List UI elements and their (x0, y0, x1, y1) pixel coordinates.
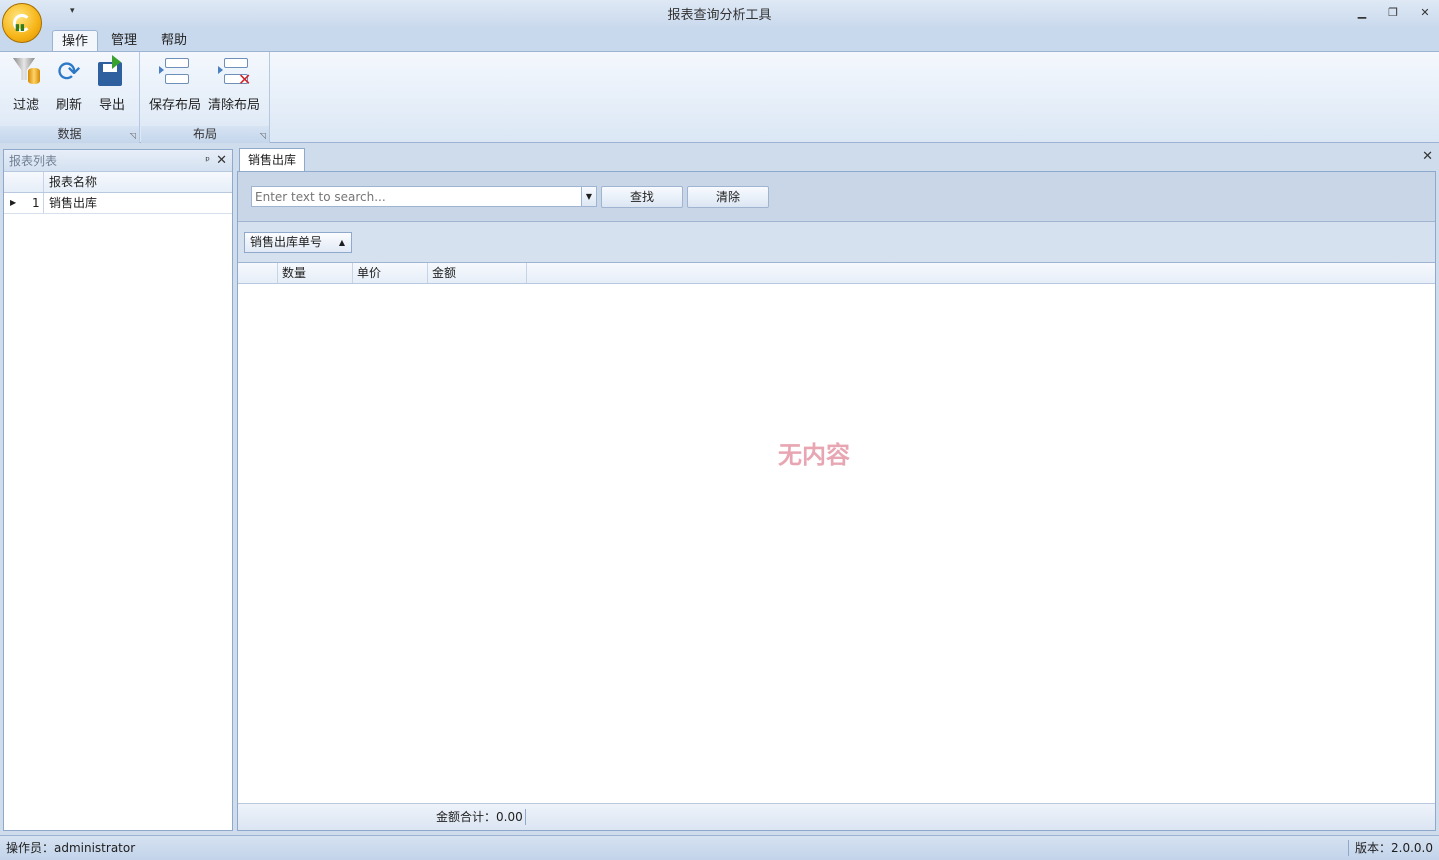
minimize-button[interactable]: ▁ (1354, 6, 1370, 20)
pin-icon[interactable]: ᵖ (205, 150, 210, 172)
report-list-header: 报表列表 ᵖ ✕ (4, 150, 232, 172)
row-selected-icon: ▶ (10, 198, 17, 207)
amount-total: 金额合计：0.00 (436, 810, 523, 824)
save-layout-button[interactable]: 保存布局 (149, 56, 201, 122)
report-grid-header: 报表名称 (4, 172, 232, 193)
status-bar: 操作员：administrator 版本：2.0.0.0 (0, 835, 1439, 860)
dialog-launcher-icon[interactable]: ◹ (260, 131, 266, 140)
ribbon-body: 过滤 ⟳ 刷新 导出 数据 ◹ 保存布局 ✕ 清除布局 布局 ◹ (0, 51, 1439, 143)
status-divider (1348, 840, 1349, 856)
grid-footer: 金额合计：0.00 (238, 803, 1435, 830)
clear-layout-label: 清除布局 (207, 98, 260, 113)
title-bar: ▮▮ ▾ 报表查询分析工具 ▁ ❐ ✕ (0, 0, 1439, 43)
chart-bars-icon: ▮▮ (15, 23, 25, 33)
clear-layout-button[interactable]: ✕ 清除布局 (207, 56, 261, 122)
search-input[interactable] (251, 186, 583, 207)
filter-button[interactable]: 过滤 (8, 56, 44, 122)
report-list-title: 报表列表 (9, 154, 58, 168)
app-menu-button[interactable]: ▮▮ (2, 3, 42, 43)
column-header-amount[interactable]: 金额 (428, 263, 527, 283)
search-bar: ▼ 查找 清除 (238, 172, 1435, 222)
save-layout-label: 保存布局 (149, 98, 202, 113)
refresh-button[interactable]: ⟳ 刷新 (51, 56, 87, 122)
column-header-unit-price[interactable]: 单价 (353, 263, 428, 283)
row-number: 1 (32, 196, 40, 210)
row-indicator-header (238, 263, 278, 283)
report-list-panel: 报表列表 ᵖ ✕ 报表名称 ▶ 1 销售出库 (3, 149, 233, 831)
empty-grid-message: 无内容 (778, 441, 850, 469)
document-tab-strip: 销售出库 ✕ (237, 147, 1437, 171)
tab-help[interactable]: 帮助 (154, 30, 194, 52)
refresh-icon: ⟳ (57, 55, 81, 88)
group-by-panel: 销售出库单号 ▲ (238, 222, 1435, 263)
column-header-quantity[interactable]: 数量 (278, 263, 353, 283)
clear-search-button[interactable]: 清除 (687, 186, 769, 208)
save-layout-icon (159, 56, 191, 88)
window-title: 报表查询分析工具 (667, 8, 772, 23)
report-name-cell[interactable]: 销售出库 (49, 193, 97, 213)
group-by-chip[interactable]: 销售出库单号 ▲ (244, 232, 352, 253)
ribbon-group-layout-label: 布局 (141, 126, 269, 143)
tab-manage[interactable]: 管理 (104, 30, 144, 52)
search-dropdown-button[interactable]: ▼ (581, 186, 597, 207)
data-grid-header: 数量 单价 金额 (238, 263, 1435, 284)
restore-button[interactable]: ❐ (1385, 6, 1401, 20)
ribbon-group-data-label: 数据 (0, 126, 139, 143)
row-indicator-header (4, 172, 44, 192)
close-document-icon[interactable]: ✕ (1422, 149, 1433, 164)
find-button[interactable]: 查找 (601, 186, 683, 208)
group-by-label: 销售出库单号 (250, 235, 323, 249)
operator-status: 操作员：administrator (6, 841, 136, 855)
tab-operations[interactable]: 操作 (52, 30, 98, 52)
dialog-launcher-icon[interactable]: ◹ (130, 131, 136, 140)
export-icon (96, 55, 128, 88)
ribbon-tab-strip: 操作 管理 帮助 (0, 28, 1439, 52)
ribbon-group-layout: 保存布局 ✕ 清除布局 布局 ◹ (141, 52, 270, 143)
refresh-button-label: 刷新 (55, 98, 82, 113)
tab-sales-outbound[interactable]: 销售出库 (239, 148, 305, 171)
sort-ascending-icon: ▲ (338, 238, 345, 247)
export-button-label: 导出 (98, 98, 125, 113)
filter-icon (10, 56, 42, 88)
version-status: 版本：2.0.0.0 (1355, 841, 1433, 855)
report-document: ▼ 查找 清除 销售出库单号 ▲ 数量 单价 金额 无内容 金额合计：0.00 (237, 171, 1436, 831)
filter-button-label: 过滤 (12, 98, 39, 113)
close-button[interactable]: ✕ (1417, 6, 1433, 20)
export-button[interactable]: 导出 (94, 55, 130, 122)
clear-layout-icon: ✕ (218, 56, 251, 88)
footer-divider (525, 809, 526, 825)
table-row[interactable]: ▶ 1 销售出库 (4, 193, 232, 214)
close-panel-icon[interactable]: ✕ (216, 150, 227, 172)
ribbon-group-data: 过滤 ⟳ 刷新 导出 数据 ◹ (0, 52, 140, 143)
column-header-report-name[interactable]: 报表名称 (49, 172, 97, 192)
